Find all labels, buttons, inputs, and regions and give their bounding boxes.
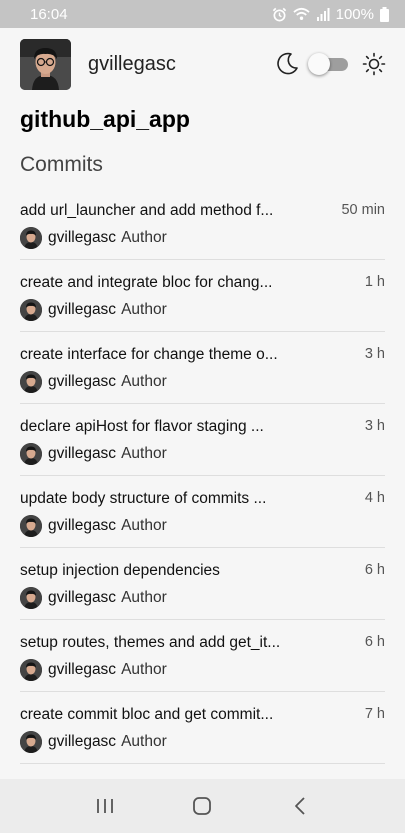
commit-time: 1 h [364,274,385,290]
moon-icon [277,52,298,75]
commit-message: create commit bloc and get commit... [20,706,274,723]
commit-row[interactable]: create interface for change theme o... 3… [20,332,385,404]
battery-icon [380,6,389,22]
app-title: github_api_app [20,106,190,132]
commit-message: add url_launcher and add method f... [20,202,274,219]
author-name: gvillegasc [48,229,117,246]
author-avatar [20,371,42,393]
commit-message: update body structure of commits ... [20,490,267,507]
commit-message: create and integrate bloc for chang... [20,274,273,291]
back-icon [295,797,305,815]
sun-icon [362,52,386,76]
commit-row[interactable]: create and integrate bloc for chang... 1… [20,260,385,332]
recent-apps-button[interactable] [85,786,125,826]
commit-row[interactable]: add url_launcher and add method f... 50 … [20,188,385,260]
commit-list: add url_launcher and add method f... 50 … [20,188,385,764]
home-button[interactable] [182,786,222,826]
battery-percent: 100% [335,5,374,23]
author-role: Author [121,517,167,534]
author-role: Author [121,661,167,678]
commit-message: create interface for change theme o... [20,346,278,363]
author-avatar [20,299,42,321]
commit-row[interactable]: update body structure of commits ... 4 h… [20,476,385,548]
alarm-icon [272,7,286,21]
author-role: Author [121,445,167,462]
author-role: Author [121,589,167,606]
system-nav-bar [0,779,405,833]
author-name: gvillegasc [48,445,117,462]
home-icon [193,797,212,815]
author-avatar [20,587,42,609]
author-role: Author [121,733,167,750]
commit-row[interactable]: create commit bloc and get commit... 7 h… [20,692,385,764]
commit-author: gvillegasc Author [20,443,167,465]
author-role: Author [121,301,167,318]
commit-row[interactable]: setup injection dependencies 6 h gvilleg… [20,548,385,620]
avatar[interactable] [20,38,71,90]
commit-row[interactable]: declare apiHost for flavor staging ... 3… [20,404,385,476]
commit-author: gvillegasc Author [20,587,167,609]
profile-header: gvillegasc [20,38,386,90]
back-button[interactable] [280,786,320,826]
status-time: 16:04 [30,5,68,23]
commit-author: gvillegasc Author [20,227,167,249]
commit-time: 6 h [364,562,385,578]
commit-message: setup injection dependencies [20,562,220,579]
author-role: Author [121,229,167,246]
status-icons: 100% [272,6,389,23]
commit-author: gvillegasc Author [20,515,167,537]
commit-message: declare apiHost for flavor staging ... [20,418,264,435]
toggle-thumb [308,53,330,75]
author-name: gvillegasc [48,373,117,390]
status-bar: 16:04 100% [0,0,405,28]
theme-toggle[interactable] [308,53,350,75]
commit-time: 6 h [364,634,385,650]
theme-controls [274,51,386,77]
commit-author: gvillegasc Author [20,299,167,321]
author-name: gvillegasc [48,301,117,318]
commit-time: 3 h [364,418,385,434]
commit-message: setup routes, themes and add get_it... [20,634,281,651]
commit-time: 50 min [341,202,385,218]
author-name: gvillegasc [48,517,117,534]
section-title: Commits [20,153,103,176]
commit-author: gvillegasc Author [20,731,167,753]
commit-time: 7 h [364,706,385,722]
author-avatar [20,443,42,465]
signal-icon [316,8,330,21]
commit-row[interactable]: setup routes, themes and add get_it... 6… [20,620,385,692]
commit-time: 4 h [364,490,385,506]
author-name: gvillegasc [48,661,117,678]
recent-apps-icon [96,799,113,813]
author-avatar [20,731,42,753]
author-avatar [20,659,42,681]
author-avatar [20,227,42,249]
author-name: gvillegasc [48,589,117,606]
author-role: Author [121,373,167,390]
commit-author: gvillegasc Author [20,371,167,393]
author-avatar [20,515,42,537]
wifi-icon [293,7,310,20]
commit-time: 3 h [364,346,385,362]
commit-author: gvillegasc Author [20,659,167,681]
author-name: gvillegasc [48,733,117,750]
profile-username: gvillegasc [88,52,176,75]
